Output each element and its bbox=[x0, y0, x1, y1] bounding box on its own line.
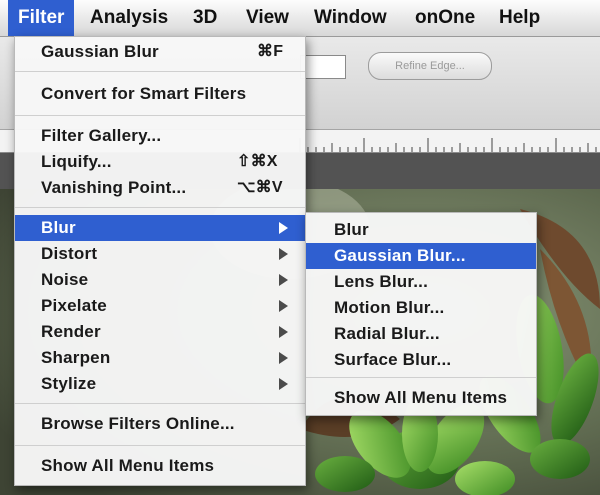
menu-item-vanishing-point[interactable]: Vanishing Point... ⌥⌘V bbox=[15, 175, 305, 201]
menu-separator bbox=[306, 377, 536, 378]
submenu-arrow-icon bbox=[279, 352, 288, 364]
menu-item-label: Liquify... bbox=[41, 152, 112, 171]
menu-item-liquify[interactable]: Liquify... ⇧⌘X bbox=[15, 149, 305, 175]
menu-onone[interactable]: onOne bbox=[405, 0, 485, 36]
menu-analysis[interactable]: Analysis bbox=[80, 0, 178, 36]
menu-separator bbox=[15, 445, 305, 446]
submenu-item-show-all[interactable]: Show All Menu Items bbox=[306, 385, 536, 411]
menu-item-label: Distort bbox=[41, 244, 98, 263]
menu-item-label: Motion Blur... bbox=[334, 298, 445, 317]
menu-separator bbox=[15, 115, 305, 116]
menu-item-browse-filters-online[interactable]: Browse Filters Online... bbox=[15, 411, 305, 437]
menu-item-render[interactable]: Render bbox=[15, 319, 305, 345]
menu-item-stylize[interactable]: Stylize bbox=[15, 371, 305, 397]
blur-submenu: Blur Gaussian Blur... Lens Blur... Motio… bbox=[305, 212, 537, 416]
refine-edge-button[interactable]: Refine Edge... bbox=[368, 52, 492, 80]
menu-filter[interactable]: Filter bbox=[8, 0, 75, 36]
menu-item-label: Convert for Smart Filters bbox=[41, 84, 247, 103]
shortcut-label: ⌥⌘V bbox=[237, 179, 283, 196]
menu-help[interactable]: Help bbox=[489, 0, 550, 36]
menu-item-label: Show All Menu Items bbox=[334, 388, 508, 407]
menu-item-label: Sharpen bbox=[41, 348, 111, 367]
menu-item-label: Lens Blur... bbox=[334, 272, 429, 291]
menu-item-label: Surface Blur... bbox=[334, 350, 452, 369]
menu-bar: Filter Analysis 3D View Window onOne Hel… bbox=[0, 0, 600, 37]
menu-item-label: Gaussian Blur... bbox=[334, 246, 466, 265]
menu-window[interactable]: Window bbox=[304, 0, 397, 36]
menu-item-pixelate[interactable]: Pixelate bbox=[15, 293, 305, 319]
menu-item-label: Pixelate bbox=[41, 296, 107, 315]
menu-item-noise[interactable]: Noise bbox=[15, 267, 305, 293]
menu-item-label: Gaussian Blur bbox=[41, 42, 159, 61]
menu-item-sharpen[interactable]: Sharpen bbox=[15, 345, 305, 371]
submenu-arrow-icon bbox=[279, 300, 288, 312]
menu-view[interactable]: View bbox=[236, 0, 299, 36]
menu-item-show-all[interactable]: Show All Menu Items bbox=[15, 453, 305, 479]
submenu-item-motion-blur[interactable]: Motion Blur... bbox=[306, 295, 536, 321]
menu-item-convert-smart-filters[interactable]: Convert for Smart Filters bbox=[15, 81, 305, 107]
menu-separator bbox=[15, 403, 305, 404]
submenu-arrow-icon bbox=[279, 378, 288, 390]
submenu-arrow-icon bbox=[279, 326, 288, 338]
submenu-item-lens-blur[interactable]: Lens Blur... bbox=[306, 269, 536, 295]
menu-item-filter-gallery[interactable]: Filter Gallery... bbox=[15, 123, 305, 149]
menu-item-label: Show All Menu Items bbox=[41, 456, 215, 475]
menu-item-label: Vanishing Point... bbox=[41, 178, 187, 197]
menu-item-label: Render bbox=[41, 322, 101, 341]
submenu-item-surface-blur[interactable]: Surface Blur... bbox=[306, 347, 536, 373]
shortcut-label: ⌘F bbox=[257, 43, 284, 60]
shortcut-label: ⇧⌘X bbox=[237, 153, 278, 170]
submenu-item-blur[interactable]: Blur bbox=[306, 217, 536, 243]
menu-item-label: Browse Filters Online... bbox=[41, 414, 235, 433]
menu-item-label: Stylize bbox=[41, 374, 97, 393]
menu-item-distort[interactable]: Distort bbox=[15, 241, 305, 267]
menu-separator bbox=[15, 71, 305, 72]
feather-field[interactable] bbox=[300, 55, 346, 79]
submenu-arrow-icon bbox=[279, 222, 288, 234]
submenu-arrow-icon bbox=[279, 274, 288, 286]
menu-item-label: Noise bbox=[41, 270, 89, 289]
menu-item-blur[interactable]: Blur bbox=[15, 215, 305, 241]
menu-3d[interactable]: 3D bbox=[183, 0, 227, 36]
submenu-arrow-icon bbox=[279, 248, 288, 260]
menu-item-gaussian-blur[interactable]: Gaussian Blur ⌘F bbox=[15, 39, 305, 65]
menu-item-label: Radial Blur... bbox=[334, 324, 440, 343]
menu-item-label: Blur bbox=[334, 220, 369, 239]
menu-item-label: Blur bbox=[41, 218, 76, 237]
menu-separator bbox=[15, 207, 305, 208]
menu-item-label: Filter Gallery... bbox=[41, 126, 162, 145]
filter-menu: Gaussian Blur ⌘F Convert for Smart Filte… bbox=[14, 36, 306, 486]
submenu-item-gaussian-blur[interactable]: Gaussian Blur... bbox=[306, 243, 536, 269]
submenu-item-radial-blur[interactable]: Radial Blur... bbox=[306, 321, 536, 347]
